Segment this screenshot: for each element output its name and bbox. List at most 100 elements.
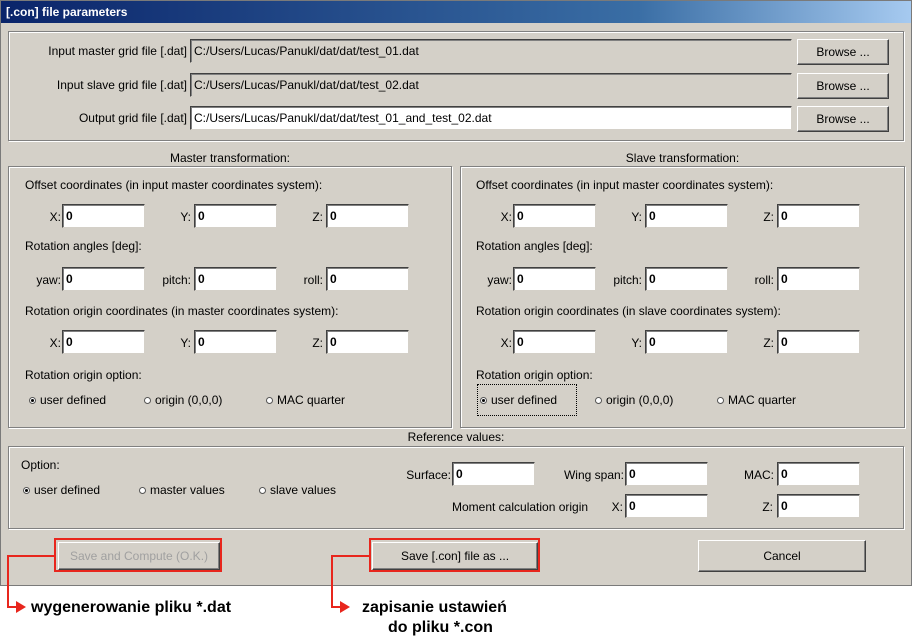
master-pitch-label: pitch: bbox=[162, 273, 191, 287]
master-pitch-input[interactable]: 0 bbox=[194, 267, 277, 291]
slave-offset-y-label: Y: bbox=[631, 210, 642, 224]
surface-label: Surface: bbox=[406, 468, 451, 482]
slave-file-label: Input slave grid file [.dat] bbox=[56, 78, 187, 92]
master-origin-label: Rotation origin coordinates (in master c… bbox=[25, 304, 339, 318]
slave-pitch-input[interactable]: 0 bbox=[645, 267, 728, 291]
browse-slave-button[interactable]: Browse ... bbox=[797, 73, 889, 99]
slave-offset-x-label: X: bbox=[500, 210, 512, 224]
reference-title: Reference values: bbox=[407, 430, 505, 444]
slave-origin-z-input[interactable]: 0 bbox=[777, 330, 860, 354]
slave-origin-y-label: Y: bbox=[631, 336, 642, 350]
reference-radio-master-values[interactable]: master values bbox=[139, 483, 225, 497]
master-offset-x-label: X: bbox=[49, 210, 61, 224]
slave-yaw-input[interactable]: 0 bbox=[513, 267, 596, 291]
reference-radio-user-defined[interactable]: user defined bbox=[23, 483, 100, 497]
slave-file-field[interactable]: C:/Users/Lucas/Panukl/dat/dat/test_02.da… bbox=[190, 73, 792, 97]
master-roll-label: roll: bbox=[303, 273, 323, 287]
slave-yaw-label: yaw: bbox=[487, 273, 512, 287]
radio-unchecked-icon bbox=[595, 397, 602, 404]
master-file-label: Input master grid file [.dat] bbox=[48, 44, 187, 58]
radio-checked-icon bbox=[23, 487, 30, 494]
wingspan-input[interactable]: 0 bbox=[625, 462, 708, 486]
master-origin-x-input[interactable]: 0 bbox=[62, 330, 145, 354]
slave-origin-label: Rotation origin coordinates (in slave co… bbox=[476, 304, 781, 318]
moment-z-label: Z: bbox=[762, 500, 773, 514]
highlight-save-compute bbox=[54, 538, 222, 572]
annotation-left-text: wygenerowanie pliku *.dat bbox=[31, 599, 232, 616]
moment-origin-label: Moment calculation origin bbox=[452, 500, 589, 514]
arrow-right-icon bbox=[16, 601, 26, 613]
slave-offset-x-input[interactable]: 0 bbox=[513, 204, 596, 228]
radio-unchecked-icon bbox=[259, 487, 266, 494]
radio-unchecked-icon bbox=[139, 487, 146, 494]
reference-option-label: Option: bbox=[21, 458, 60, 472]
master-roll-input[interactable]: 0 bbox=[326, 267, 409, 291]
slave-option-label: Rotation origin option: bbox=[476, 368, 593, 382]
browse-master-button[interactable]: Browse ... bbox=[797, 39, 889, 65]
dialog-window: [.con] file parameters Input master grid… bbox=[0, 0, 912, 586]
slave-origin-x-label: X: bbox=[500, 336, 512, 350]
slave-roll-label: roll: bbox=[754, 273, 774, 287]
master-option-label: Rotation origin option: bbox=[25, 368, 142, 382]
annotation-right-text-line1: zapisanie ustawień bbox=[362, 599, 507, 616]
cancel-button[interactable]: Cancel bbox=[698, 540, 866, 572]
window-title: [.con] file parameters bbox=[1, 1, 911, 23]
master-origin-z-input[interactable]: 0 bbox=[326, 330, 409, 354]
highlight-save-con bbox=[369, 538, 540, 572]
radio-checked-icon bbox=[29, 397, 36, 404]
browse-output-button[interactable]: Browse ... bbox=[797, 106, 889, 132]
annotation-line-left-vertical bbox=[7, 555, 9, 608]
master-rotation-label: Rotation angles [deg]: bbox=[25, 239, 142, 253]
slave-radio-user-defined[interactable]: user defined bbox=[480, 393, 557, 407]
slave-offset-label: Offset coordinates (in input master coor… bbox=[476, 178, 774, 192]
master-offset-y-label: Y: bbox=[180, 210, 191, 224]
slave-offset-z-label: Z: bbox=[763, 210, 774, 224]
slave-radio-mac-quarter[interactable]: MAC quarter bbox=[717, 393, 796, 407]
annotation-right-text-line2: do pliku *.con bbox=[388, 619, 493, 636]
annotation-line-left-horizontal bbox=[7, 555, 55, 557]
moment-z-input[interactable]: 0 bbox=[777, 494, 860, 518]
slave-offset-z-input[interactable]: 0 bbox=[777, 204, 860, 228]
annotation-line-right-horizontal bbox=[331, 555, 371, 557]
moment-x-input[interactable]: 0 bbox=[625, 494, 708, 518]
slave-origin-y-input[interactable]: 0 bbox=[645, 330, 728, 354]
slave-origin-x-input[interactable]: 0 bbox=[513, 330, 596, 354]
output-file-field[interactable]: C:/Users/Lucas/Panukl/dat/dat/test_01_an… bbox=[190, 106, 792, 130]
master-origin-z-label: Z: bbox=[312, 336, 323, 350]
master-radio-origin[interactable]: origin (0,0,0) bbox=[144, 393, 222, 407]
slave-rotation-label: Rotation angles [deg]: bbox=[476, 239, 593, 253]
master-yaw-label: yaw: bbox=[36, 273, 61, 287]
arrow-right-icon bbox=[340, 601, 350, 613]
surface-input[interactable]: 0 bbox=[452, 462, 535, 486]
master-offset-label: Offset coordinates (in input master coor… bbox=[25, 178, 323, 192]
master-offset-z-input[interactable]: 0 bbox=[326, 204, 409, 228]
radio-unchecked-icon bbox=[717, 397, 724, 404]
master-offset-y-input[interactable]: 0 bbox=[194, 204, 277, 228]
mac-input[interactable]: 0 bbox=[777, 462, 860, 486]
master-origin-y-label: Y: bbox=[180, 336, 191, 350]
moment-x-label: X: bbox=[611, 500, 623, 514]
master-radio-mac-quarter[interactable]: MAC quarter bbox=[266, 393, 345, 407]
slave-roll-input[interactable]: 0 bbox=[777, 267, 860, 291]
output-file-label: Output grid file [.dat] bbox=[78, 111, 187, 125]
master-yaw-input[interactable]: 0 bbox=[62, 267, 145, 291]
slave-origin-z-label: Z: bbox=[763, 336, 774, 350]
master-origin-x-label: X: bbox=[49, 336, 61, 350]
master-file-field[interactable]: C:/Users/Lucas/Panukl/dat/dat/test_01.da… bbox=[190, 39, 792, 63]
master-offset-x-input[interactable]: 0 bbox=[62, 204, 145, 228]
wingspan-label: Wing span: bbox=[563, 468, 624, 482]
master-origin-y-input[interactable]: 0 bbox=[194, 330, 277, 354]
slave-radio-origin[interactable]: origin (0,0,0) bbox=[595, 393, 673, 407]
slave-pitch-label: pitch: bbox=[613, 273, 642, 287]
reference-radio-slave-values[interactable]: slave values bbox=[259, 483, 336, 497]
radio-checked-icon bbox=[480, 397, 487, 404]
slave-title: Slave transformation: bbox=[625, 151, 740, 165]
radio-unchecked-icon bbox=[266, 397, 273, 404]
master-title: Master transformation: bbox=[169, 151, 291, 165]
master-offset-z-label: Z: bbox=[312, 210, 323, 224]
slave-offset-y-input[interactable]: 0 bbox=[645, 204, 728, 228]
master-radio-user-defined[interactable]: user defined bbox=[29, 393, 106, 407]
annotation-line-right-vertical bbox=[331, 555, 333, 608]
radio-unchecked-icon bbox=[144, 397, 151, 404]
mac-label: MAC: bbox=[744, 468, 774, 482]
